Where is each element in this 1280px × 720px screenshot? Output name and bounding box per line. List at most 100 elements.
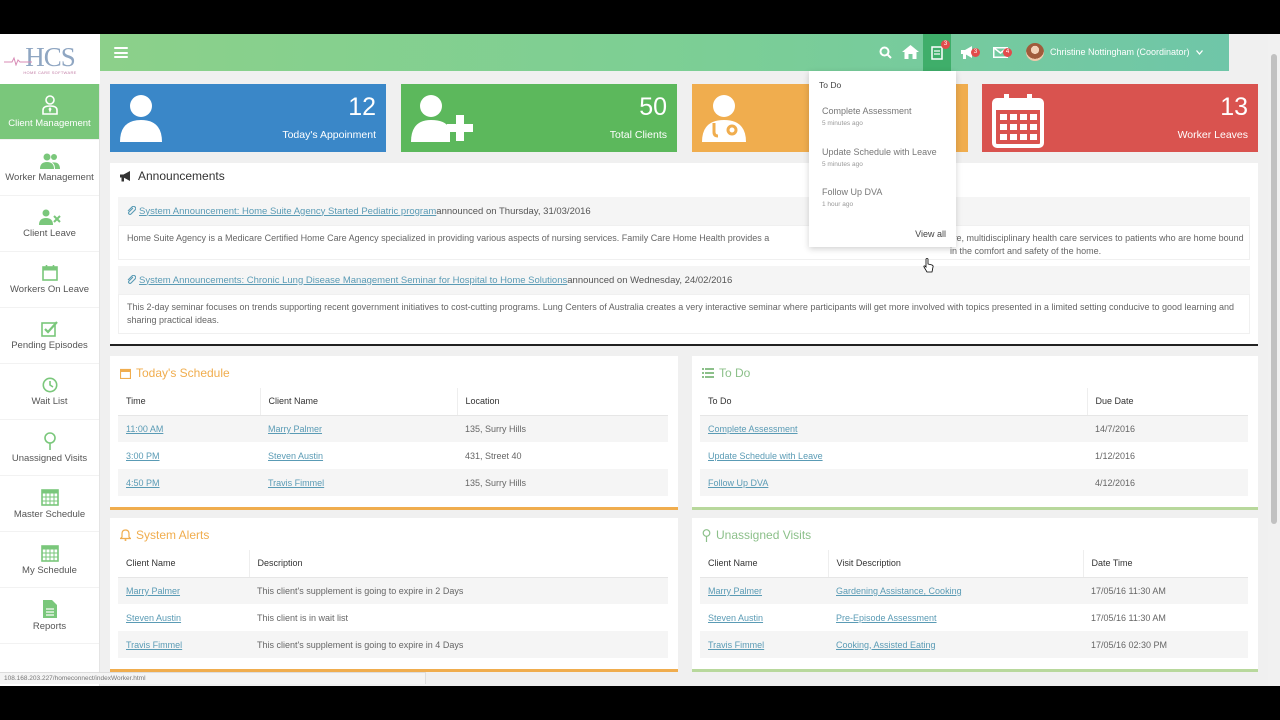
client-link[interactable]: Marry Palmer xyxy=(268,424,322,434)
sidebar-item-workers-on-leave[interactable]: Workers On Leave xyxy=(0,252,99,308)
table-header-row: To Do Due Date xyxy=(700,388,1248,416)
sidebar-item-master-schedule[interactable]: Master Schedule xyxy=(0,476,99,532)
user-tie-icon xyxy=(41,94,58,115)
client-link[interactable]: Travis Fimmel xyxy=(708,640,764,650)
announcements-heading: Announcements xyxy=(120,169,225,183)
logo[interactable]: HCS HOME CARE SOFTWARE xyxy=(0,34,100,84)
location-cell: 431, Street 40 xyxy=(465,450,522,461)
search-icon[interactable] xyxy=(875,42,895,62)
dropdown-item-time: 1 hour ago xyxy=(822,201,854,208)
dropdown-item-time: 5 minutes ago xyxy=(822,161,863,168)
todo-link[interactable]: Update Schedule with Leave xyxy=(708,451,823,461)
todo-panel: To Do To Do Due Date Complete Assessment… xyxy=(692,356,1258,510)
mail-icon[interactable]: 4 xyxy=(990,42,1012,62)
app-window: HCS HOME CARE SOFTWARE 3 3 4 Christine N… xyxy=(0,34,1280,686)
home-icon[interactable] xyxy=(900,42,920,62)
sidebar-item-wait-list[interactable]: Wait List xyxy=(0,364,99,420)
sidebar-item-worker-management[interactable]: Worker Management xyxy=(0,140,99,196)
system-alerts-panel: System Alerts Client Name Description Ma… xyxy=(110,518,678,672)
system-alerts-heading: System Alerts xyxy=(120,528,209,542)
map-pin-icon xyxy=(702,528,711,542)
mouse-pointer-icon xyxy=(923,258,934,273)
description-cell: This client's supplement is going to exp… xyxy=(249,577,668,604)
visit-link[interactable]: Gardening Assistance, Cooking xyxy=(836,586,962,596)
client-link[interactable]: Steven Austin xyxy=(268,451,323,461)
sidebar-item-label: Pending Episodes xyxy=(11,339,88,351)
client-link[interactable]: Marry Palmer xyxy=(126,586,180,596)
bullhorn-icon xyxy=(120,170,130,181)
table-row: Complete Assessment 14/7/2016 xyxy=(700,415,1248,442)
client-link[interactable]: Travis Fimmel xyxy=(268,478,324,488)
table-header-row: Client Name Visit Description Date Time xyxy=(700,550,1248,578)
sidebar-item-label: Master Schedule xyxy=(13,508,86,520)
sidebar-item-label: My Schedule xyxy=(22,564,77,576)
map-pin-icon xyxy=(43,431,56,450)
stat-label: Worker Leaves xyxy=(1177,129,1248,141)
location-cell: 135, Surry Hills xyxy=(457,469,668,496)
unassigned-visits-panel: Unassigned Visits Client Name Visit Desc… xyxy=(692,518,1258,672)
scrollbar-thumb[interactable] xyxy=(1271,54,1277,524)
column-header: Time xyxy=(118,388,261,416)
column-header: To Do xyxy=(700,388,1088,416)
sidebar-item-unassigned-visits[interactable]: Unassigned Visits xyxy=(0,420,99,476)
table-row: Follow Up DVA 4/12/2016 xyxy=(700,469,1248,496)
heartbeat-logo-icon xyxy=(4,56,32,66)
table-row: Travis Fimmel Cooking, Assisted Eating 1… xyxy=(700,631,1248,658)
announcement-body: Home Suite Agency is a Medicare Certifie… xyxy=(118,225,1250,260)
chevron-down-icon xyxy=(1195,47,1203,57)
column-header: Location xyxy=(457,388,668,416)
announcement-meta: announced on Thursday, 31/03/2016 xyxy=(436,205,591,217)
time-link[interactable]: 4:50 PM xyxy=(126,478,160,488)
visit-link[interactable]: Cooking, Assisted Eating xyxy=(836,640,936,650)
logo-subtitle: HOME CARE SOFTWARE xyxy=(23,69,77,75)
paperclip-icon xyxy=(127,275,136,285)
view-all-link[interactable]: View all xyxy=(915,229,946,239)
client-link[interactable]: Steven Austin xyxy=(708,613,763,623)
time-link[interactable]: 3:00 PM xyxy=(126,451,160,461)
announcement-meta: announced on Wednesday, 24/02/2016 xyxy=(567,274,733,286)
sidebar-item-client-management[interactable]: Client Management xyxy=(0,84,99,140)
dropdown-item[interactable]: Follow Up DVA 1 hour ago xyxy=(822,187,882,208)
logo-text: HCS xyxy=(25,41,76,72)
table-header-row: Time Client Name Location xyxy=(118,388,668,416)
dropdown-item[interactable]: Complete Assessment 5 minutes ago xyxy=(822,106,912,127)
column-header: Client Name xyxy=(700,550,829,578)
sidebar-item-pending-episodes[interactable]: Pending Episodes xyxy=(0,308,99,364)
client-link[interactable]: Marry Palmer xyxy=(708,586,762,596)
sidebar-item-my-schedule[interactable]: My Schedule xyxy=(0,532,99,588)
sidebar-item-reports[interactable]: Reports xyxy=(0,588,99,644)
client-link[interactable]: Travis Fimmel xyxy=(126,640,182,650)
announcement-badge: 3 xyxy=(971,48,980,57)
due-date-cell: 14/7/2016 xyxy=(1087,415,1248,442)
hamburger-menu-icon[interactable] xyxy=(114,47,128,58)
visit-link[interactable]: Pre-Episode Assessment xyxy=(836,613,937,623)
todo-link[interactable]: Follow Up DVA xyxy=(708,478,768,488)
announcement-link[interactable]: System Announcements: Chronic Lung Disea… xyxy=(139,275,567,286)
stat-card-appointments[interactable]: 12 Today's Appoinment xyxy=(110,84,386,152)
unassigned-visits-table: Client Name Visit Description Date Time … xyxy=(700,550,1248,658)
tasks-icon[interactable]: 3 xyxy=(923,34,951,71)
todo-link[interactable]: Complete Assessment xyxy=(708,424,798,434)
user-x-icon xyxy=(38,209,61,225)
bell-icon xyxy=(120,529,131,541)
stat-card-total-clients[interactable]: 50 Total Clients xyxy=(401,84,677,152)
table-row: Steven Austin Pre-Episode Assessment 17/… xyxy=(700,604,1248,631)
sidebar-item-client-leave[interactable]: Client Leave xyxy=(0,196,99,252)
location-cell: 135, Surry Hills xyxy=(457,415,668,442)
unassigned-visits-heading: Unassigned Visits xyxy=(702,528,811,542)
sidebar-item-label: Reports xyxy=(32,620,67,632)
dropdown-item[interactable]: Update Schedule with Leave 5 minutes ago xyxy=(822,147,937,168)
client-link[interactable]: Steven Austin xyxy=(126,613,181,623)
announcement-icon[interactable]: 3 xyxy=(958,42,980,62)
user-menu[interactable]: Christine Nottingham (Coordinator) xyxy=(1026,42,1203,62)
calendar-grid-icon xyxy=(40,488,59,506)
announcement-body: This 2-day seminar focuses on trends sup… xyxy=(118,294,1250,334)
description-cell: This client is in wait list xyxy=(257,612,349,623)
announcement-link[interactable]: System Announcement: Home Suite Agency S… xyxy=(139,206,436,217)
stat-card-worker-leaves[interactable]: 13 Worker Leaves xyxy=(982,84,1258,152)
sidebar-item-label: Unassigned Visits xyxy=(11,452,88,464)
alerts-table: Client Name Description Marry Palmer Thi… xyxy=(118,550,668,658)
time-link[interactable]: 11:00 AM xyxy=(126,424,163,434)
page-scrollbar[interactable] xyxy=(1268,34,1280,686)
announcement-header: System Announcements: Chronic Lung Disea… xyxy=(118,266,1250,294)
